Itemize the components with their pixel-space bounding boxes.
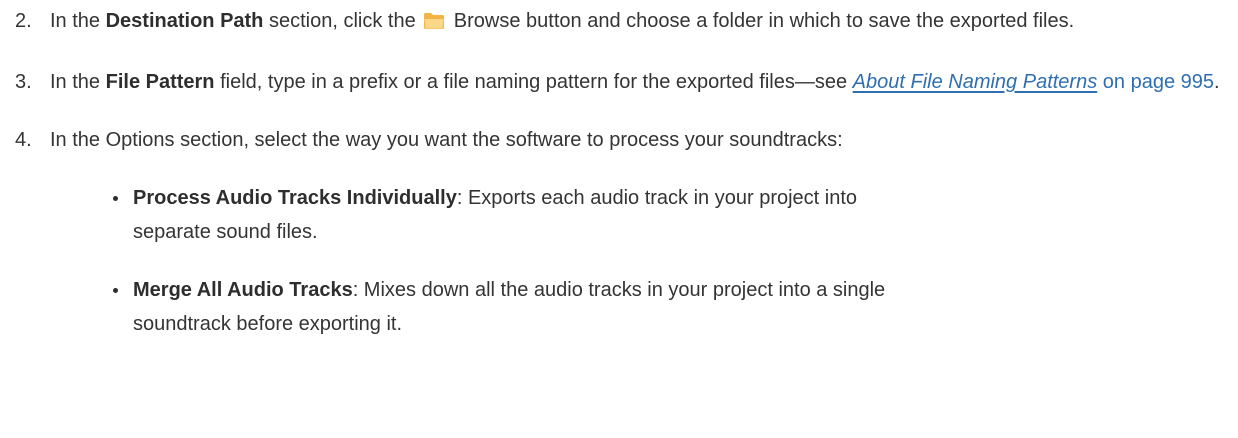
- bullet-text: Process Audio Tracks Individually: Expor…: [133, 187, 858, 243]
- link-page: on page 995: [1097, 71, 1214, 93]
- step-number: 4.: [15, 129, 32, 151]
- step-number: 3.: [15, 71, 32, 93]
- link-title: About File Naming Patterns: [852, 71, 1098, 93]
- bullet-item: Process Audio Tracks Individually: Expor…: [0, 181, 1238, 249]
- bullet-text: Merge All Audio Tracks: Mixes down all t…: [133, 279, 886, 335]
- step-3: 3. In the File Pattern field, type in a …: [0, 65, 1238, 99]
- option-term: Process Audio Tracks Individually: [133, 187, 457, 209]
- step-text: In the Options section, select the way y…: [50, 129, 843, 151]
- ui-term: Destination Path: [105, 10, 264, 32]
- option-term: Merge All Audio Tracks: [133, 279, 353, 301]
- step-text: In the File Pattern field, type in a pre…: [50, 71, 1220, 93]
- options-bullet-list: Process Audio Tracks Individually: Expor…: [0, 181, 1238, 341]
- document-page: 2. In the Destination Path section, clic…: [0, 4, 1238, 438]
- folder-icon: [423, 7, 445, 41]
- steps-list: 2. In the Destination Path section, clic…: [0, 4, 1238, 157]
- bullet-item: Merge All Audio Tracks: Mixes down all t…: [0, 273, 1238, 341]
- step-2: 2. In the Destination Path section, clic…: [0, 4, 1238, 41]
- step-number: 2.: [15, 10, 32, 32]
- bullet-dot: [113, 196, 118, 201]
- cross-reference-link[interactable]: About File Naming Patterns on page 995: [853, 71, 1214, 93]
- step-text: In the Destination Path section, click t…: [50, 4, 1220, 41]
- step-4: 4. In the Options section, select the wa…: [0, 123, 1238, 157]
- bullet-dot: [113, 288, 118, 293]
- ui-term: File Pattern: [105, 71, 215, 93]
